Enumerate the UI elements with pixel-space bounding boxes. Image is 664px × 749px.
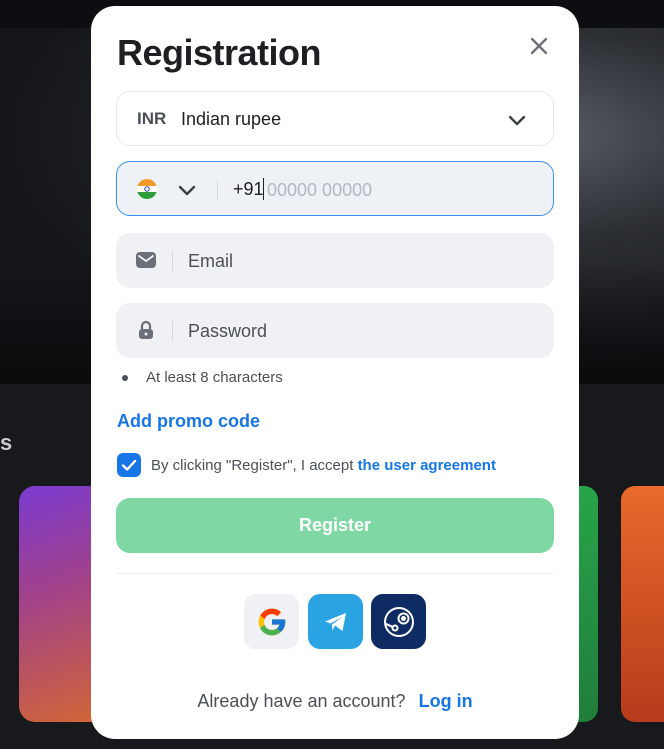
currency-name: Indian rupee — [181, 109, 282, 129]
close-icon[interactable] — [527, 34, 551, 58]
phone-input[interactable] — [267, 173, 527, 207]
currency-code: INR — [137, 109, 167, 128]
steam-icon — [383, 606, 414, 637]
field-divider — [217, 180, 218, 200]
email-input[interactable] — [188, 244, 528, 278]
divider — [116, 573, 554, 574]
password-hint-text: At least 8 characters — [146, 369, 283, 386]
registration-modal: Registration INR Indian rupee +91 00000 … — [91, 6, 579, 739]
text-caret — [263, 178, 264, 200]
envelope-icon — [136, 250, 156, 270]
phone-prefix: +91 — [233, 179, 264, 199]
google-icon — [258, 608, 285, 635]
telegram-login-button[interactable] — [308, 594, 363, 649]
phone-field[interactable]: +91 — [116, 161, 554, 216]
checkmark-icon — [121, 459, 137, 471]
password-field[interactable] — [116, 303, 554, 358]
lock-icon — [136, 320, 156, 340]
login-link[interactable]: Log in — [419, 691, 473, 711]
chevron-down-icon[interactable] — [507, 110, 527, 135]
steam-login-button[interactable] — [371, 594, 426, 649]
agreement-label: By clicking "Register", I accept the use… — [151, 457, 496, 474]
login-prompt: Already have an account? Log in — [91, 691, 579, 712]
email-field[interactable] — [116, 233, 554, 288]
agreement-checkbox[interactable] — [117, 453, 141, 477]
bullet-icon — [122, 375, 128, 381]
currency-select[interactable]: INR Indian rupee — [116, 91, 554, 146]
section-heading-fragment: s — [0, 430, 13, 455]
google-login-button[interactable] — [244, 594, 299, 649]
user-agreement-link[interactable]: the user agreement — [358, 457, 496, 474]
login-question: Already have an account? — [197, 691, 406, 711]
game-card[interactable] — [621, 486, 664, 722]
chevron-down-icon[interactable] — [177, 180, 197, 205]
register-button[interactable]: Register — [116, 498, 554, 553]
india-flag-icon[interactable] — [137, 179, 157, 199]
add-promo-code-link[interactable]: Add promo code — [117, 411, 260, 432]
agreement-text: By clicking "Register", I accept — [151, 457, 354, 474]
field-divider — [172, 321, 173, 341]
modal-title: Registration — [117, 32, 322, 73]
password-input[interactable] — [188, 314, 528, 348]
telegram-icon — [324, 612, 346, 631]
field-divider — [172, 251, 173, 271]
